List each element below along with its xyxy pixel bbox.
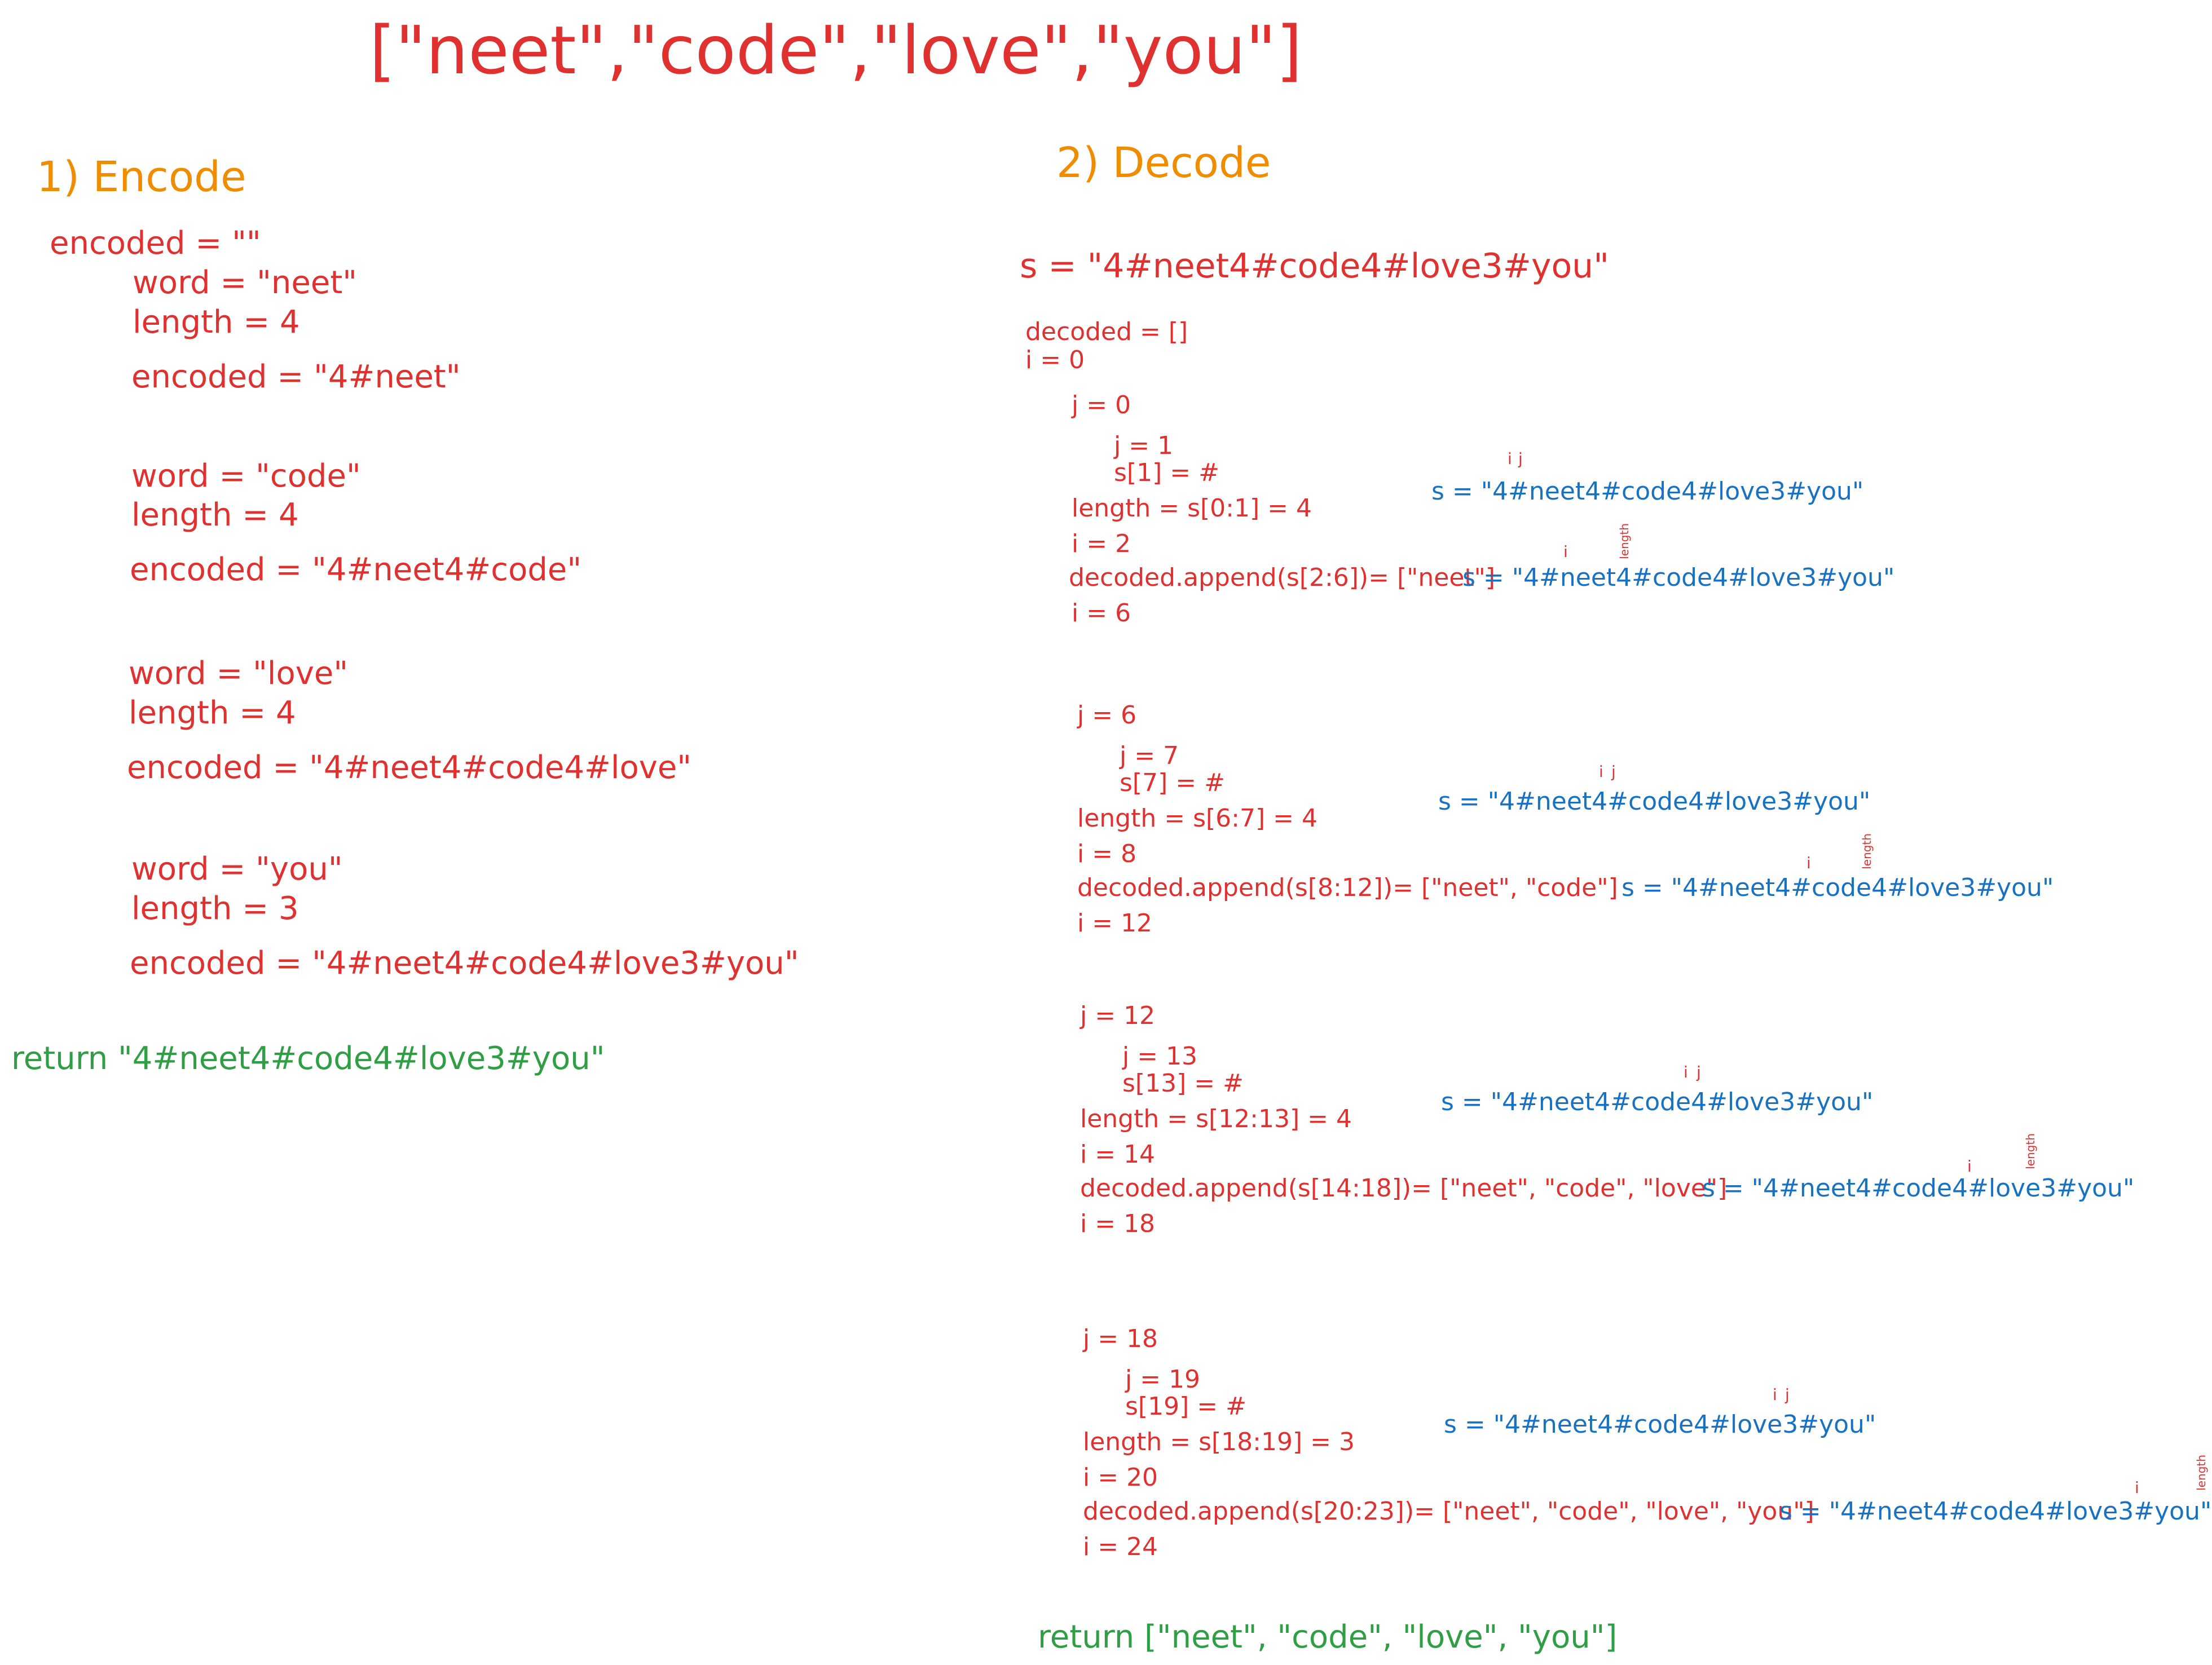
- pointer-i-mark-2a: i: [1599, 762, 1603, 781]
- decode-i-end-1: i = 6: [1072, 599, 1131, 628]
- decode-s-pointer-4a: s = "4#neet4#code4#love3#you": [1444, 1410, 1876, 1439]
- pointer-length-mark-1b: length: [1618, 523, 1631, 559]
- decode-j-next-2: j = 7: [1120, 741, 1179, 770]
- encode-word-3: word = "love": [129, 655, 349, 692]
- pointer-length-mark-2b: length: [1860, 833, 1874, 869]
- decode-j-next-4: j = 19: [1125, 1365, 1201, 1394]
- decode-append-2: decoded.append(s[8:12])= ["neet", "code"…: [1077, 873, 1618, 902]
- encode-encoded-1: encoded = "4#neet": [131, 359, 461, 395]
- encode-encoded-3: encoded = "4#neet4#code4#love": [127, 749, 692, 786]
- encode-length-1: length = 4: [133, 304, 300, 341]
- pointer-i-mark-2b: i: [1806, 854, 1811, 872]
- decode-heading: 2) Decode: [1056, 139, 1271, 187]
- encode-encoded-2: encoded = "4#neet4#code": [130, 551, 582, 588]
- encode-word-2: word = "code": [131, 458, 361, 494]
- encode-heading: 1) Encode: [37, 153, 246, 201]
- pointer-j-mark-4a: j: [1785, 1385, 1790, 1404]
- pointer-j-mark-1a: j: [1518, 449, 1523, 468]
- decode-s-pointer-2a: s = "4#neet4#code4#love3#you": [1438, 787, 1871, 816]
- decode-input: s = "4#neet4#code4#love3#you": [1020, 246, 1609, 286]
- decode-length-3: length = s[12:13] = 4: [1080, 1105, 1352, 1133]
- decode-s-pointer-4b: s = "4#neet4#code4#love3#you": [1779, 1497, 2212, 1526]
- decode-i-mid-4: i = 20: [1083, 1463, 1158, 1492]
- decode-length-1: length = s[0:1] = 4: [1072, 494, 1312, 523]
- pointer-length-mark-4b: length: [2195, 1455, 2208, 1491]
- pointer-i-mark-3b: i: [1967, 1157, 1972, 1176]
- decode-s-pointer-2b: s = "4#neet4#code4#love3#you": [1621, 873, 2054, 902]
- pointer-i-mark-1a: i: [1508, 449, 1512, 468]
- decode-s-pointer-3b: s = "4#neet4#code4#love3#you": [1702, 1174, 2135, 1203]
- decode-init-i: i = 0: [1025, 346, 1085, 374]
- encode-length-3: length = 4: [129, 695, 296, 731]
- pointer-j-mark-2a: j: [1611, 762, 1616, 781]
- encode-return: return "4#neet4#code4#love3#you": [11, 1040, 605, 1077]
- encode-word-1: word = "neet": [133, 264, 358, 301]
- encode-length-2: length = 4: [131, 497, 299, 533]
- decode-s-pointer-1b: s = "4#neet4#code4#love3#you": [1462, 563, 1895, 592]
- title: ["neet","code","love","you"]: [369, 11, 1302, 89]
- decode-s-pointer-1a: s = "4#neet4#code4#love3#you": [1431, 477, 1864, 506]
- decode-j-next-1: j = 1: [1114, 431, 1174, 460]
- decode-append-4: decoded.append(s[20:23])= ["neet", "code…: [1083, 1497, 1814, 1526]
- encode-word-4: word = "you": [131, 851, 343, 887]
- decode-j-start-1: j = 0: [1072, 391, 1131, 419]
- diagram-canvas: { "title": "[\"neet\",\"code\",\"love\",…: [0, 0, 2212, 1665]
- decode-length-4: length = s[18:19] = 3: [1083, 1428, 1355, 1456]
- decode-i-mid-3: i = 14: [1080, 1140, 1156, 1169]
- decode-length-2: length = s[6:7] = 4: [1077, 804, 1317, 833]
- encode-length-4: length = 3: [131, 890, 299, 927]
- decode-append-3: decoded.append(s[14:18])= ["neet", "code…: [1080, 1174, 1728, 1203]
- pointer-i-mark-1b: i: [1563, 542, 1568, 561]
- decode-s-pointer-3a: s = "4#neet4#code4#love3#you": [1441, 1088, 1874, 1116]
- decode-j-next-3: j = 13: [1122, 1042, 1198, 1071]
- decode-i-end-2: i = 12: [1077, 909, 1153, 938]
- decode-return: return ["neet", "code", "love", "you"]: [1038, 1619, 1618, 1655]
- decode-i-end-3: i = 18: [1080, 1209, 1156, 1238]
- decode-hash-2: s[7] = #: [1120, 769, 1225, 797]
- decode-j-start-3: j = 12: [1080, 1001, 1156, 1030]
- decode-init-decoded: decoded = []: [1025, 317, 1188, 346]
- decode-i-end-4: i = 24: [1083, 1532, 1158, 1561]
- decode-hash-3: s[13] = #: [1122, 1069, 1244, 1098]
- pointer-i-mark-3a: i: [1684, 1063, 1688, 1081]
- decode-i-mid-2: i = 8: [1077, 840, 1137, 868]
- pointer-j-mark-3a: j: [1697, 1063, 1701, 1081]
- decode-hash-4: s[19] = #: [1125, 1392, 1246, 1421]
- encode-init: encoded = "": [50, 225, 261, 262]
- decode-i-mid-1: i = 2: [1072, 529, 1131, 558]
- pointer-length-mark-3b: length: [2024, 1133, 2037, 1169]
- pointer-i-mark-4a: i: [1773, 1385, 1777, 1404]
- decode-append-1: decoded.append(s[2:6])= ["neet"]: [1069, 563, 1496, 592]
- decode-hash-1: s[1] = #: [1114, 458, 1219, 487]
- encode-encoded-4: encoded = "4#neet4#code4#love3#you": [130, 945, 799, 982]
- pointer-i-mark-4b: i: [2135, 1478, 2139, 1497]
- decode-j-start-4: j = 18: [1083, 1324, 1158, 1353]
- decode-j-start-2: j = 6: [1077, 701, 1137, 730]
